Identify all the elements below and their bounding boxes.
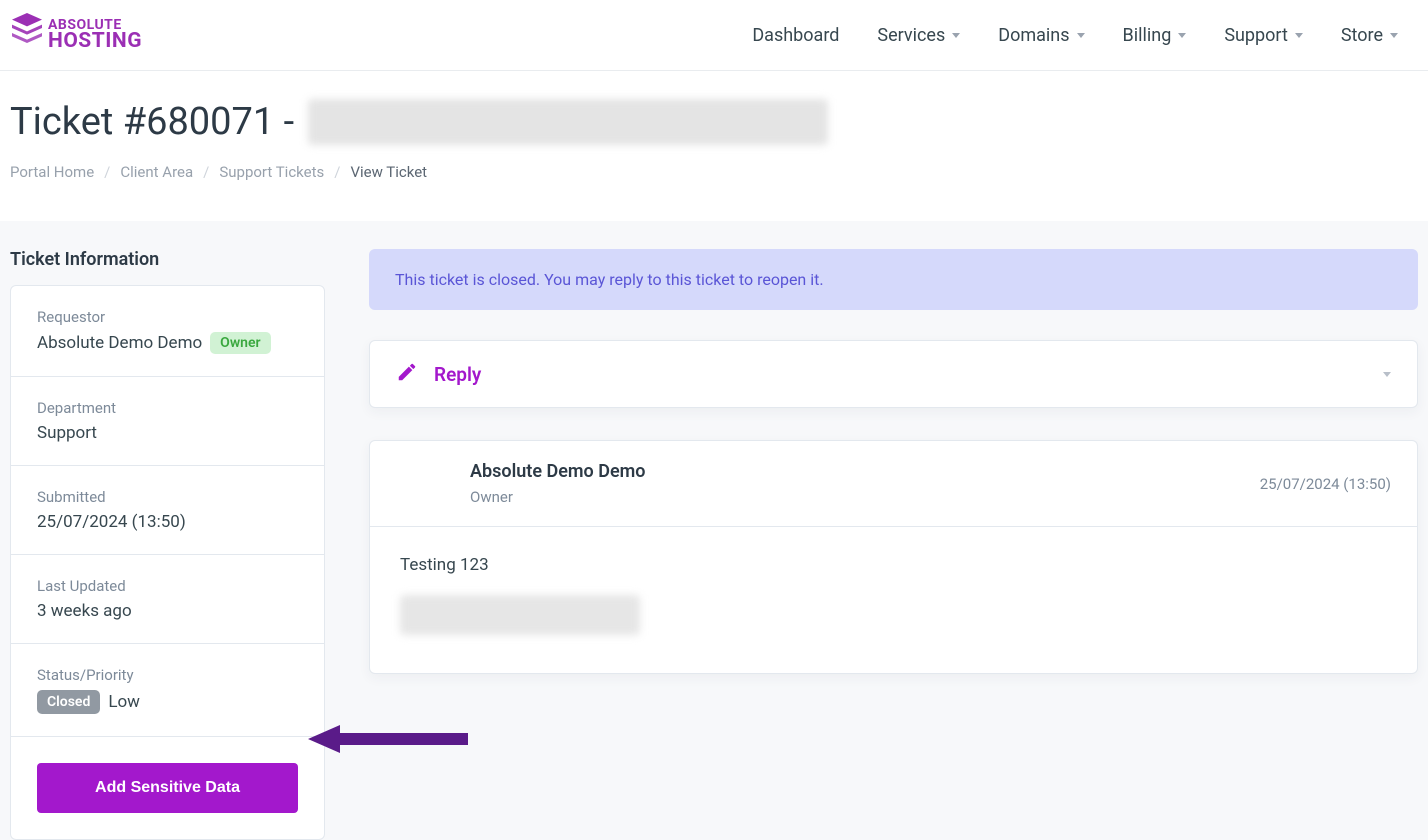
reply-toggle[interactable]: Reply — [369, 340, 1418, 408]
owner-badge: Owner — [210, 332, 270, 354]
logo-mark-icon — [10, 13, 44, 57]
page-title: Ticket #680071 - — [10, 99, 1418, 145]
ticket-title-prefix: Ticket #680071 - — [10, 100, 294, 144]
page-header: Ticket #680071 - Portal Home / Client Ar… — [0, 71, 1428, 221]
primary-nav: Dashboard Services Domains Billing Suppo… — [752, 25, 1398, 46]
message-body: Testing 123 — [370, 527, 1417, 673]
priority-value: Low — [108, 692, 140, 712]
info-requestor: Requestor Absolute Demo Demo Owner — [11, 286, 324, 377]
ticket-subject-redacted — [308, 99, 828, 145]
brand-bottom: HOSTING — [48, 32, 142, 51]
chevron-down-icon — [1295, 33, 1303, 38]
alert-text: This ticket is closed. You may reply to … — [395, 270, 824, 289]
nav-services-label: Services — [877, 25, 945, 46]
submitted-label: Submitted — [37, 488, 298, 506]
requestor-value: Absolute Demo Demo — [37, 333, 202, 353]
chevron-down-icon — [1390, 33, 1398, 38]
status-badge: Closed — [37, 690, 100, 714]
chevron-down-icon — [1077, 33, 1085, 38]
nav-dashboard[interactable]: Dashboard — [752, 25, 839, 46]
nav-services[interactable]: Services — [877, 25, 960, 46]
navbar: ABSOLUTE HOSTING Dashboard Services Doma… — [0, 0, 1428, 71]
breadcrumb: Portal Home / Client Area / Support Tick… — [10, 163, 1418, 181]
status-label: Status/Priority — [37, 666, 298, 684]
info-last-updated: Last Updated 3 weeks ago — [11, 555, 324, 644]
nav-store[interactable]: Store — [1341, 25, 1398, 46]
ticket-main: This ticket is closed. You may reply to … — [369, 249, 1418, 840]
nav-support[interactable]: Support — [1224, 25, 1303, 46]
message-redacted-line — [400, 595, 640, 635]
nav-dashboard-label: Dashboard — [752, 25, 839, 46]
info-status: Status/Priority Closed Low — [11, 644, 324, 737]
message-datetime: 25/07/2024 (13:50) — [1260, 475, 1391, 493]
ticket-closed-alert: This ticket is closed. You may reply to … — [369, 249, 1418, 310]
nav-domains-label: Domains — [998, 25, 1069, 46]
chevron-down-icon — [1383, 372, 1391, 377]
message-author: Absolute Demo Demo — [470, 461, 645, 482]
message-role: Owner — [470, 488, 645, 506]
nav-billing[interactable]: Billing — [1123, 25, 1187, 46]
breadcrumb-portal-home[interactable]: Portal Home — [10, 163, 94, 181]
info-submitted: Submitted 25/07/2024 (13:50) — [11, 466, 324, 555]
chevron-down-icon — [1178, 33, 1186, 38]
message-text: Testing 123 — [400, 555, 1387, 575]
breadcrumb-client-area[interactable]: Client Area — [120, 163, 193, 181]
message-header: Absolute Demo Demo Owner 25/07/2024 (13:… — [370, 441, 1417, 527]
add-sensitive-data-button[interactable]: Add Sensitive Data — [37, 763, 298, 813]
breadcrumb-current: View Ticket — [350, 163, 427, 181]
requestor-label: Requestor — [37, 308, 298, 326]
breadcrumb-separator: / — [334, 163, 340, 181]
ticket-info-sidebar: Ticket Information Requestor Absolute De… — [10, 249, 325, 840]
breadcrumb-separator: / — [203, 163, 209, 181]
nav-domains[interactable]: Domains — [998, 25, 1084, 46]
breadcrumb-support-tickets[interactable]: Support Tickets — [219, 163, 324, 181]
message-card: Absolute Demo Demo Owner 25/07/2024 (13:… — [369, 440, 1418, 674]
pencil-icon — [396, 361, 418, 387]
chevron-down-icon — [952, 33, 960, 38]
last-updated-value: 3 weeks ago — [37, 601, 298, 621]
sidebar-heading: Ticket Information — [10, 249, 325, 270]
nav-billing-label: Billing — [1123, 25, 1172, 46]
breadcrumb-separator: / — [104, 163, 110, 181]
last-updated-label: Last Updated — [37, 577, 298, 595]
submitted-value: 25/07/2024 (13:50) — [37, 512, 298, 532]
department-value: Support — [37, 423, 298, 443]
ticket-info-card: Requestor Absolute Demo Demo Owner Depar… — [10, 285, 325, 840]
department-label: Department — [37, 399, 298, 417]
info-department: Department Support — [11, 377, 324, 466]
brand-logo[interactable]: ABSOLUTE HOSTING — [10, 13, 142, 57]
nav-store-label: Store — [1341, 25, 1383, 46]
reply-label: Reply — [434, 363, 481, 386]
nav-support-label: Support — [1224, 25, 1288, 46]
